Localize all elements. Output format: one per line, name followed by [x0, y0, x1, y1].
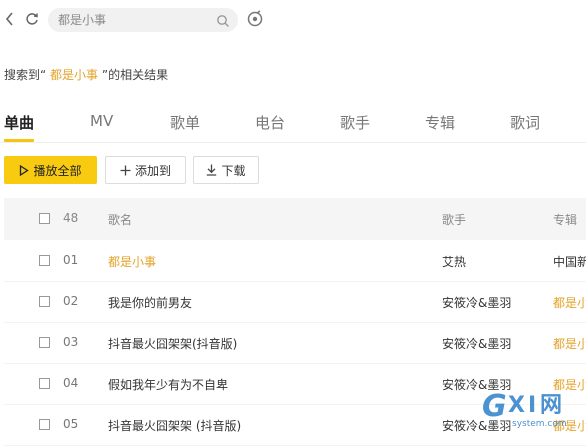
song-artist[interactable]: 安筱冷&墨羽 [442, 376, 511, 393]
active-tab-indicator [4, 139, 34, 142]
column-album[interactable]: 专辑 [553, 211, 577, 228]
tab-radio[interactable]: 电台 [255, 112, 285, 133]
row-checkbox[interactable] [39, 337, 50, 348]
tab-artists[interactable]: 歌手 [340, 112, 370, 133]
song-row[interactable]: 01 都是小事 艾热 中国新 [4, 240, 586, 282]
play-all-label: 播放全部 [33, 163, 82, 178]
song-title[interactable]: 抖音最火囧架架(抖音版) [108, 335, 237, 352]
song-album[interactable]: 中国新 [553, 253, 586, 270]
song-table-header: 48 歌名 歌手 专辑 [4, 198, 586, 240]
song-row[interactable]: 05 抖音最火囧架架 (抖音版) 安筱冷&墨羽 都是小 [4, 404, 586, 446]
tab-playlists[interactable]: 歌单 [170, 112, 200, 133]
result-prefix: 搜索到“ [4, 68, 47, 82]
song-artist[interactable]: 安筱冷&墨羽 [442, 294, 511, 311]
search-icon[interactable] [216, 13, 230, 27]
song-title[interactable]: 假如我年少有为不自卑 [108, 376, 228, 393]
tab-albums[interactable]: 专辑 [425, 112, 455, 133]
row-number: 02 [63, 294, 79, 308]
row-checkbox[interactable] [39, 296, 50, 307]
column-song-name[interactable]: 歌名 [108, 211, 132, 228]
song-album[interactable]: 都是小 [553, 417, 586, 434]
song-artist[interactable]: 安筱冷&墨羽 [442, 335, 511, 352]
back-icon[interactable] [0, 9, 20, 29]
row-number: 01 [63, 253, 79, 267]
song-artist[interactable]: 艾热 [442, 253, 466, 270]
song-title[interactable]: 我是你的前男友 [108, 294, 192, 311]
tab-mv[interactable]: MV [90, 112, 113, 130]
search-input[interactable] [58, 11, 208, 29]
song-row[interactable]: 04 假如我年少有为不自卑 安筱冷&墨羽 都是小 [4, 363, 586, 405]
song-row[interactable]: 03 抖音最火囧架架(抖音版) 安筱冷&墨羽 都是小 [4, 322, 586, 364]
song-album[interactable]: 都是小 [553, 335, 586, 352]
song-count: 48 [63, 211, 79, 225]
tab-lyrics[interactable]: 歌词 [510, 112, 540, 133]
song-artist[interactable]: 安筱冷&墨羽 [442, 417, 511, 434]
row-checkbox[interactable] [39, 255, 50, 266]
download-button[interactable]: 下载 [193, 156, 259, 184]
row-number: 05 [63, 417, 79, 431]
top-bar [0, 0, 586, 40]
row-checkbox[interactable] [39, 378, 50, 389]
plus-icon [120, 165, 131, 176]
song-row[interactable]: 02 我是你的前男友 安筱冷&墨羽 都是小 [4, 281, 586, 323]
listen-recognize-icon[interactable] [246, 10, 266, 30]
row-checkbox[interactable] [39, 419, 50, 430]
add-to-button[interactable]: 添加到 [105, 156, 186, 184]
song-title[interactable]: 抖音最火囧架架 (抖音版) [108, 417, 241, 434]
row-number: 04 [63, 376, 79, 390]
play-all-button[interactable]: 播放全部 [4, 156, 97, 184]
result-tabs: 单曲 MV 歌单 电台 歌手 专辑 歌词 [0, 110, 586, 143]
download-label: 下载 [221, 163, 246, 178]
song-album[interactable]: 都是小 [553, 294, 586, 311]
add-to-label: 添加到 [134, 163, 171, 178]
result-keyword: 都是小事 [50, 68, 99, 82]
result-suffix: ”的相关结果 [101, 68, 169, 82]
download-icon [206, 164, 217, 176]
song-title[interactable]: 都是小事 [108, 253, 156, 270]
row-number: 03 [63, 335, 79, 349]
search-result-summary: 搜索到“ 都是小事 ”的相关结果 [4, 66, 168, 83]
tab-songs[interactable]: 单曲 [4, 112, 34, 133]
refresh-icon[interactable] [22, 9, 42, 29]
song-album[interactable]: 都是小 [553, 376, 586, 393]
column-artist[interactable]: 歌手 [442, 211, 466, 228]
search-box[interactable] [48, 8, 238, 32]
play-icon [19, 164, 30, 176]
select-all-checkbox[interactable] [39, 213, 50, 224]
